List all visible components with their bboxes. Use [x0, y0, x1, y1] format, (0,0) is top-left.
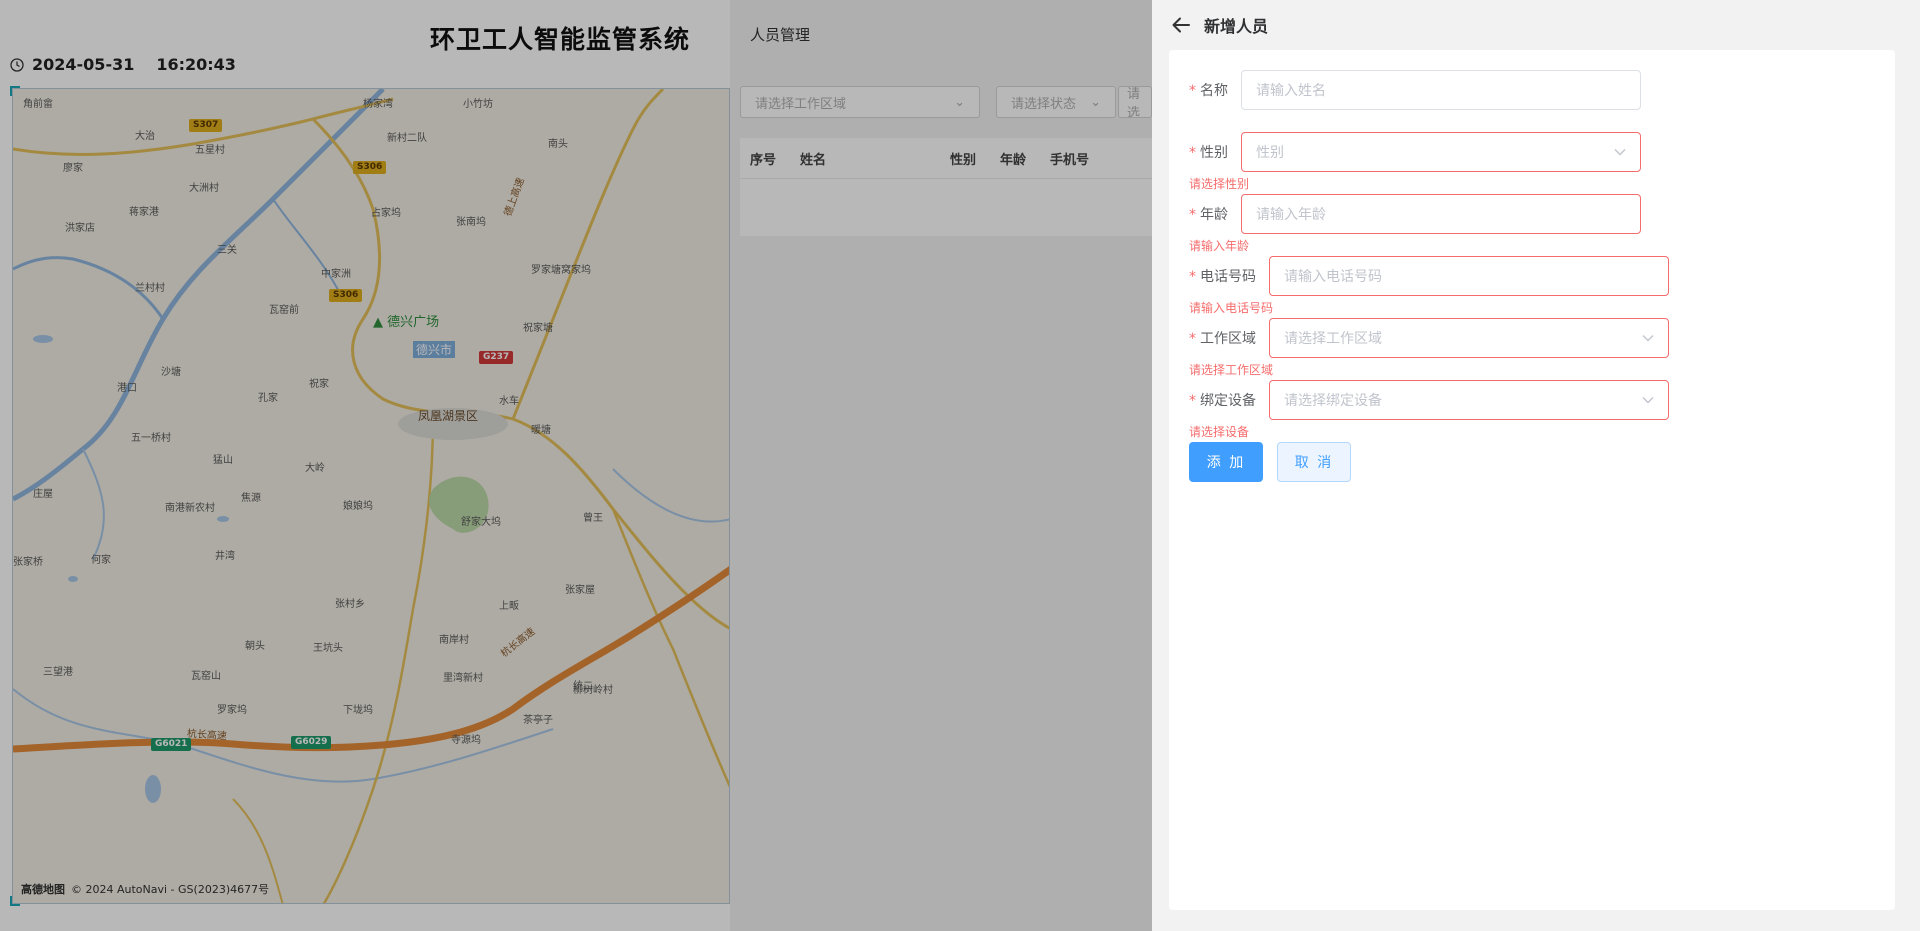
name-input[interactable]: 请输入姓名 [1241, 70, 1641, 110]
device-label: 绑定设备 [1200, 393, 1256, 409]
work-area-error: 请选择工作区域 [1189, 363, 1274, 377]
phone-error: 请输入电话号码 [1189, 301, 1274, 315]
form-item-device: * 绑定设备 请选择绑定设备 [1189, 380, 1669, 420]
add-button[interactable]: 添 加 [1189, 442, 1263, 482]
form-item-name: * 名称 请输入姓名 [1189, 70, 1641, 110]
chevron-down-icon [1642, 392, 1654, 408]
cancel-button[interactable]: 取 消 [1277, 442, 1351, 482]
device-error: 请选择设备 [1189, 425, 1250, 439]
form-item-age: * 年龄 请输入年龄 [1189, 194, 1641, 234]
gender-error: 请选择性别 [1189, 177, 1250, 191]
age-input[interactable]: 请输入年龄 [1241, 194, 1641, 234]
drawer-header: 新增人员 [1172, 12, 1268, 38]
drawer-title: 新增人员 [1204, 17, 1269, 36]
age-error: 请输入年龄 [1189, 239, 1250, 253]
form-item-work-area: * 工作区域 请选择工作区域 [1189, 318, 1669, 358]
gender-select[interactable]: 性别 [1241, 132, 1641, 172]
form-item-phone: * 电话号码 请输入电话号码 [1189, 256, 1669, 296]
work-area-select[interactable]: 请选择工作区域 [1269, 318, 1669, 358]
gender-label: 性别 [1200, 145, 1228, 161]
form-item-gender: * 性别 性别 [1189, 132, 1641, 172]
name-label: 名称 [1200, 83, 1228, 99]
chevron-down-icon [1642, 330, 1654, 346]
age-label: 年龄 [1200, 207, 1228, 223]
chevron-down-icon [1614, 144, 1626, 160]
phone-label: 电话号码 [1200, 269, 1256, 285]
work-area-label: 工作区域 [1200, 331, 1256, 347]
modal-overlay[interactable] [0, 0, 1152, 931]
phone-input[interactable]: 请输入电话号码 [1269, 256, 1669, 296]
add-person-form: * 名称 请输入姓名 * 性别 性别 请选择性别 * 年龄 请输入年龄 请输入年龄 *… [1169, 50, 1895, 910]
add-person-drawer: 新增人员 * 名称 请输入姓名 * 性别 性别 请选择性别 * 年龄 请输入年龄 请输… [1152, 0, 1920, 931]
back-arrow-icon[interactable] [1172, 14, 1194, 36]
device-select[interactable]: 请选择绑定设备 [1269, 380, 1669, 420]
